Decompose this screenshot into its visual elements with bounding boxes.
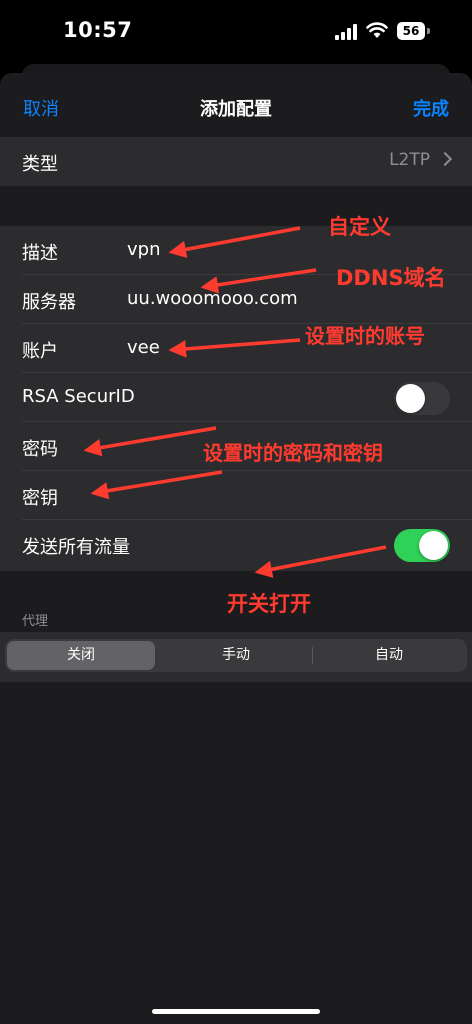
annotation-arrows (83, 226, 387, 578)
annotation-password-note: 设置时的密码和密钥 (203, 441, 383, 465)
annotation-arrow-toggle (254, 545, 387, 578)
annotation-custom: 自定义 (328, 215, 391, 239)
annotation-arrow-secret (90, 470, 223, 500)
annotation-account-note: 设置时的账号 (305, 324, 425, 348)
annotation-arrow-account (168, 338, 301, 358)
annotation-arrow-description (168, 226, 301, 259)
annotation-toggle-note: 开关打开 (227, 592, 311, 616)
annotation-arrow-password (83, 426, 217, 457)
annotation-ddns: DDNS域名 (336, 266, 446, 290)
home-indicator[interactable] (152, 1009, 320, 1014)
annotation-arrow-server (200, 268, 317, 294)
